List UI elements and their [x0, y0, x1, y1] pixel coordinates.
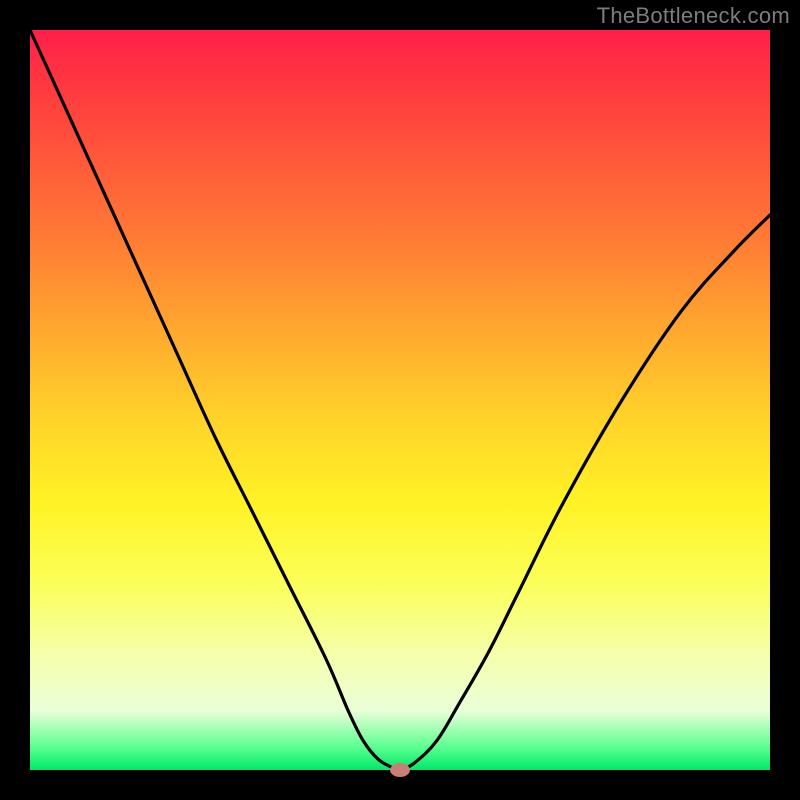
bottleneck-curve	[30, 30, 770, 770]
curve-path	[30, 30, 770, 770]
watermark-text: TheBottleneck.com	[597, 3, 790, 29]
plot-area	[30, 30, 770, 770]
chart-stage: TheBottleneck.com	[0, 0, 800, 800]
minimum-marker	[390, 763, 410, 777]
